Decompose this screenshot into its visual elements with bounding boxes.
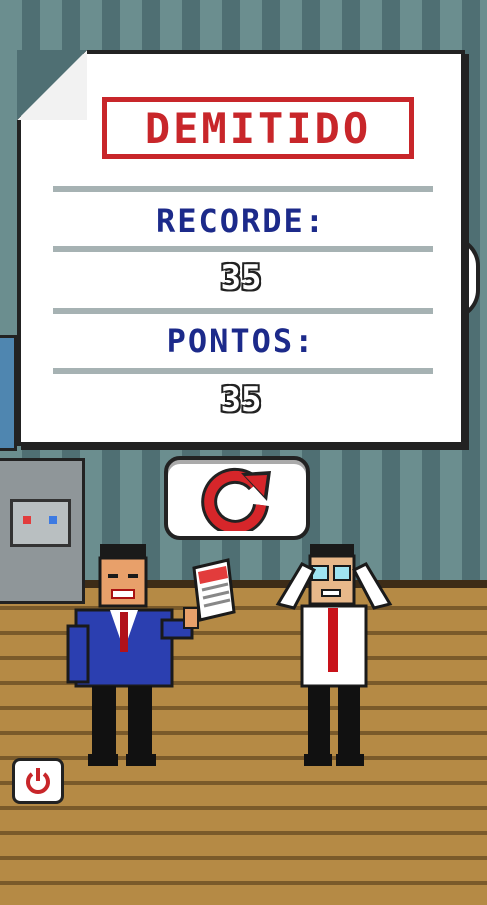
divider — [53, 186, 433, 192]
divider — [53, 246, 433, 252]
divider — [53, 308, 433, 314]
cooler-red-light — [23, 516, 31, 524]
power-button[interactable] — [12, 758, 64, 804]
fired-title: DEMITIDO — [144, 103, 372, 153]
sheet-fold-shade — [17, 50, 87, 120]
cooler-blue-light — [49, 516, 57, 524]
document-icon — [192, 558, 236, 622]
water-cooler-tank — [0, 335, 17, 451]
points-label: PONTOS: — [166, 322, 316, 360]
record-label: RECORDE: — [155, 202, 327, 240]
boss-character — [66, 544, 199, 766]
fired-title-box: DEMITIDO — [102, 97, 414, 159]
points-value: 35 — [220, 380, 262, 420]
record-value: 35 — [220, 258, 262, 298]
divider — [53, 368, 433, 374]
power-icon — [26, 768, 50, 794]
result-sheet: DEMITIDO RECORDE: 35 PONTOS: 35 — [17, 50, 465, 446]
cooler-panel — [10, 499, 71, 547]
restart-arrow-icon — [201, 467, 271, 531]
restart-button[interactable] — [164, 456, 310, 540]
game-scene: DEMITIDO RECORDE: 35 PONTOS: 35 — [0, 0, 487, 905]
fired-worker-character — [275, 544, 393, 766]
